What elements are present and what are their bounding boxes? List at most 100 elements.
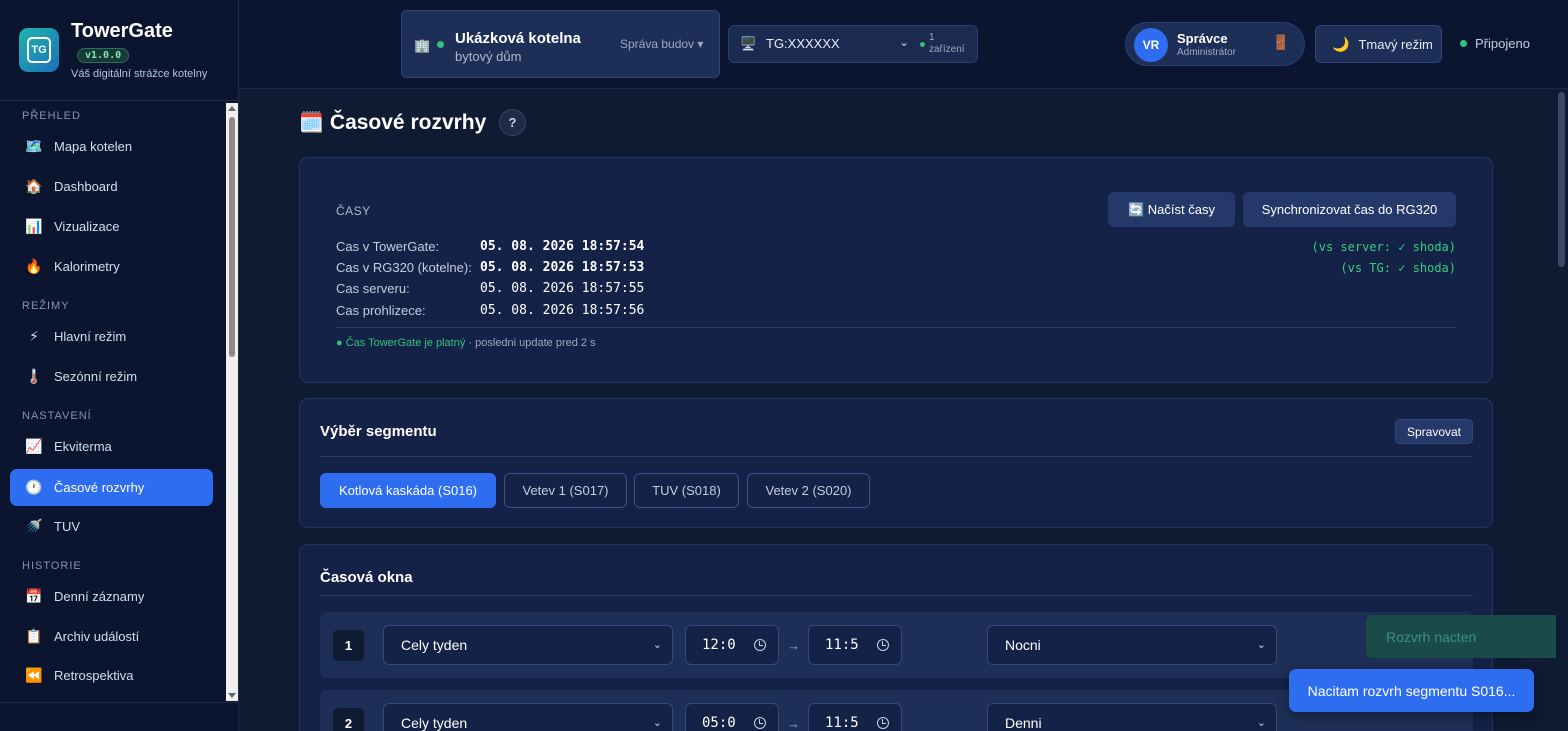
time-to-input[interactable]: 11:5 bbox=[808, 703, 902, 731]
version-badge: v1.0.0 bbox=[77, 48, 130, 63]
days-select[interactable]: Cely tyden ⌄ bbox=[383, 703, 673, 731]
divider bbox=[320, 595, 1473, 596]
sidebar-item-label: Retrospektiva bbox=[54, 668, 134, 683]
sidebar-item-label: Denní záznamy bbox=[54, 589, 145, 604]
mode-select[interactable]: Nocni ⌄ bbox=[987, 625, 1277, 665]
sidebar-item-archiv-udalosti[interactable]: 📋 Archiv událostí bbox=[10, 618, 213, 655]
divider bbox=[320, 456, 1473, 457]
status-dot bbox=[920, 42, 925, 47]
segment-tab-s018[interactable]: TUV (S018) bbox=[634, 473, 739, 508]
toast-loaded: Rozvrh nacten bbox=[1366, 615, 1556, 658]
toast-loading: Nacitam rozvrh segmentu S016... bbox=[1289, 669, 1534, 712]
theme-label: Tmavý režim bbox=[1358, 36, 1433, 52]
building-name: Ukázková kotelna bbox=[455, 30, 581, 47]
sidebar-item-label: Sezónní režim bbox=[54, 369, 138, 384]
sidebar-item-casove-rozvrhy[interactable]: 🕐 Časové rozvrhy bbox=[10, 469, 213, 506]
user-role: Administrátor bbox=[1177, 47, 1236, 58]
window-number: 1 bbox=[333, 630, 364, 661]
chart-icon: 📊 bbox=[25, 218, 43, 234]
clipboard-icon: 📋 bbox=[25, 628, 43, 644]
sidebar-item-vizualizace[interactable]: 📊 Vizualizace bbox=[10, 208, 213, 245]
sidebar-item-tuv[interactable]: 🚿 TUV bbox=[10, 508, 213, 545]
map-icon: 🗺️ bbox=[25, 138, 43, 154]
help-button[interactable]: ? bbox=[499, 109, 526, 136]
sidebar-item-label: Mapa kotelen bbox=[54, 139, 133, 154]
user-menu[interactable]: VR Správce Administrátor 🚪 bbox=[1125, 22, 1305, 66]
time-label: Cas serveru: bbox=[336, 281, 410, 296]
manage-segments-button[interactable]: Spravovat bbox=[1395, 419, 1473, 444]
home-icon: 🏠 bbox=[25, 178, 43, 194]
segment-tab-s016[interactable]: Kotlová kaskáda (S016) bbox=[320, 473, 496, 508]
sidebar-item-sezonni-rezim[interactable]: 🌡️ Sezónní režim bbox=[10, 358, 213, 395]
connection-status: Připojeno bbox=[1460, 36, 1530, 51]
sidebar-scrollbar[interactable] bbox=[226, 103, 238, 701]
building-type: bytový dům bbox=[455, 49, 522, 64]
clock-icon bbox=[877, 639, 889, 651]
mode-select[interactable]: Denni ⌄ bbox=[987, 703, 1277, 731]
arrow-right-icon: → bbox=[787, 638, 800, 653]
divider bbox=[336, 327, 1456, 328]
nav-section-title: PŘEHLED bbox=[22, 110, 81, 122]
sidebar-item-denni-zaznamy[interactable]: 📅 Denní záznamy bbox=[10, 578, 213, 615]
sidebar-item-label: TUV bbox=[54, 519, 80, 534]
nav-section-title: REŽIMY bbox=[22, 300, 70, 312]
scroll-thumb[interactable] bbox=[229, 117, 235, 357]
segment-tab-s017[interactable]: Vetev 1 (S017) bbox=[504, 473, 627, 508]
sidebar-item-label: Dashboard bbox=[54, 179, 118, 194]
theme-toggle-button[interactable]: 🌙 Tmavý režim bbox=[1315, 25, 1442, 63]
time-to-input[interactable]: 11:5 bbox=[808, 625, 902, 665]
chevron-down-icon: ⌄ bbox=[1256, 639, 1266, 651]
main-scrollbar[interactable] bbox=[1556, 90, 1568, 731]
time-from-input[interactable]: 05:0 bbox=[685, 703, 779, 731]
sidebar: TG TowerGate v1.0.0 Váš digitální strážc… bbox=[0, 0, 239, 731]
scroll-thumb[interactable] bbox=[1558, 92, 1565, 267]
logout-icon[interactable]: 🚪 bbox=[1272, 34, 1289, 51]
calendar-icon: 🗓️ bbox=[299, 112, 324, 134]
page-title: 🗓️ Časové rozvrhy bbox=[299, 110, 486, 135]
tg-hex-logo-icon: TG bbox=[19, 28, 59, 72]
building-manage-dropdown[interactable]: Správa budov ▾ bbox=[620, 37, 703, 51]
sync-time-button[interactable]: Synchronizovat čas do RG320 bbox=[1243, 192, 1456, 227]
avatar: VR bbox=[1134, 28, 1168, 62]
sidebar-item-label: Archiv událostí bbox=[54, 629, 140, 644]
sidebar-item-dashboard[interactable]: 🏠 Dashboard bbox=[10, 168, 213, 205]
sidebar-item-retrospektiva[interactable]: ⏪ Retrospektiva bbox=[10, 657, 213, 694]
arrow-right-icon: → bbox=[787, 716, 800, 731]
thermometer-icon: 🌡️ bbox=[25, 368, 43, 384]
user-name: Správce bbox=[1177, 31, 1228, 46]
segment-tab-s020[interactable]: Vetev 2 (S020) bbox=[747, 473, 870, 508]
clock-icon bbox=[754, 639, 766, 651]
scroll-down-icon[interactable] bbox=[228, 693, 236, 698]
time-value: 05. 08. 2026 18:57:55 bbox=[480, 281, 645, 296]
device-select[interactable]: 🖥️ TG:XXXXXX ⌄ 1 zařízení bbox=[728, 25, 978, 63]
sidebar-item-ekviterma[interactable]: 📈 Ekviterma bbox=[10, 428, 213, 465]
sidebar-item-mapa-kotelen[interactable]: 🗺️ Mapa kotelen bbox=[10, 128, 213, 165]
load-times-button[interactable]: 🔄 Načíst časy bbox=[1108, 192, 1235, 227]
time-value: 05. 08. 2026 18:57:53 bbox=[480, 260, 645, 275]
status-dot bbox=[437, 41, 444, 48]
fire-icon: 🔥 bbox=[25, 258, 43, 274]
building-selector[interactable]: 🏢 Ukázková kotelna bytový dům Správa bud… bbox=[401, 10, 720, 78]
sidebar-item-kalorimetry[interactable]: 🔥 Kalorimetry bbox=[10, 248, 213, 285]
status-dot bbox=[1460, 40, 1467, 47]
sidebar-item-hlavni-rezim[interactable]: ⚡ Hlavní režim bbox=[10, 318, 213, 355]
brand-name: TowerGate bbox=[71, 20, 173, 42]
shower-icon: 🚿 bbox=[25, 518, 43, 534]
time-value: 05. 08. 2026 18:57:56 bbox=[480, 303, 645, 318]
sidebar-item-label: Vizualizace bbox=[54, 219, 120, 234]
trend-icon: 📈 bbox=[25, 438, 43, 454]
sidebar-nav: PŘEHLED 🗺️ Mapa kotelen 🏠 Dashboard 📊 Vizua… bbox=[0, 103, 226, 701]
device-selected-value: TG:XXXXXX bbox=[766, 36, 840, 51]
times-label: ČASY bbox=[336, 204, 371, 218]
building-icon: 🏢 bbox=[414, 38, 431, 53]
segment-card: Výběr segmentu Spravovat Kotlová kaskáda… bbox=[299, 398, 1493, 528]
monitor-icon: 🖥️ bbox=[740, 36, 757, 51]
chevron-down-icon: ⌄ bbox=[652, 717, 662, 729]
time-from-input[interactable]: 12:0 bbox=[685, 625, 779, 665]
sidebar-item-label: Kalorimetry bbox=[54, 259, 120, 274]
days-select[interactable]: Cely tyden ⌄ bbox=[383, 625, 673, 665]
scroll-up-icon[interactable] bbox=[228, 106, 236, 111]
chevron-down-icon: ⌄ bbox=[1256, 717, 1266, 729]
times-card: ČASY 🔄 Načíst časy Synchronizovat čas do… bbox=[299, 157, 1493, 383]
segment-title: Výběr segmentu bbox=[320, 423, 437, 440]
